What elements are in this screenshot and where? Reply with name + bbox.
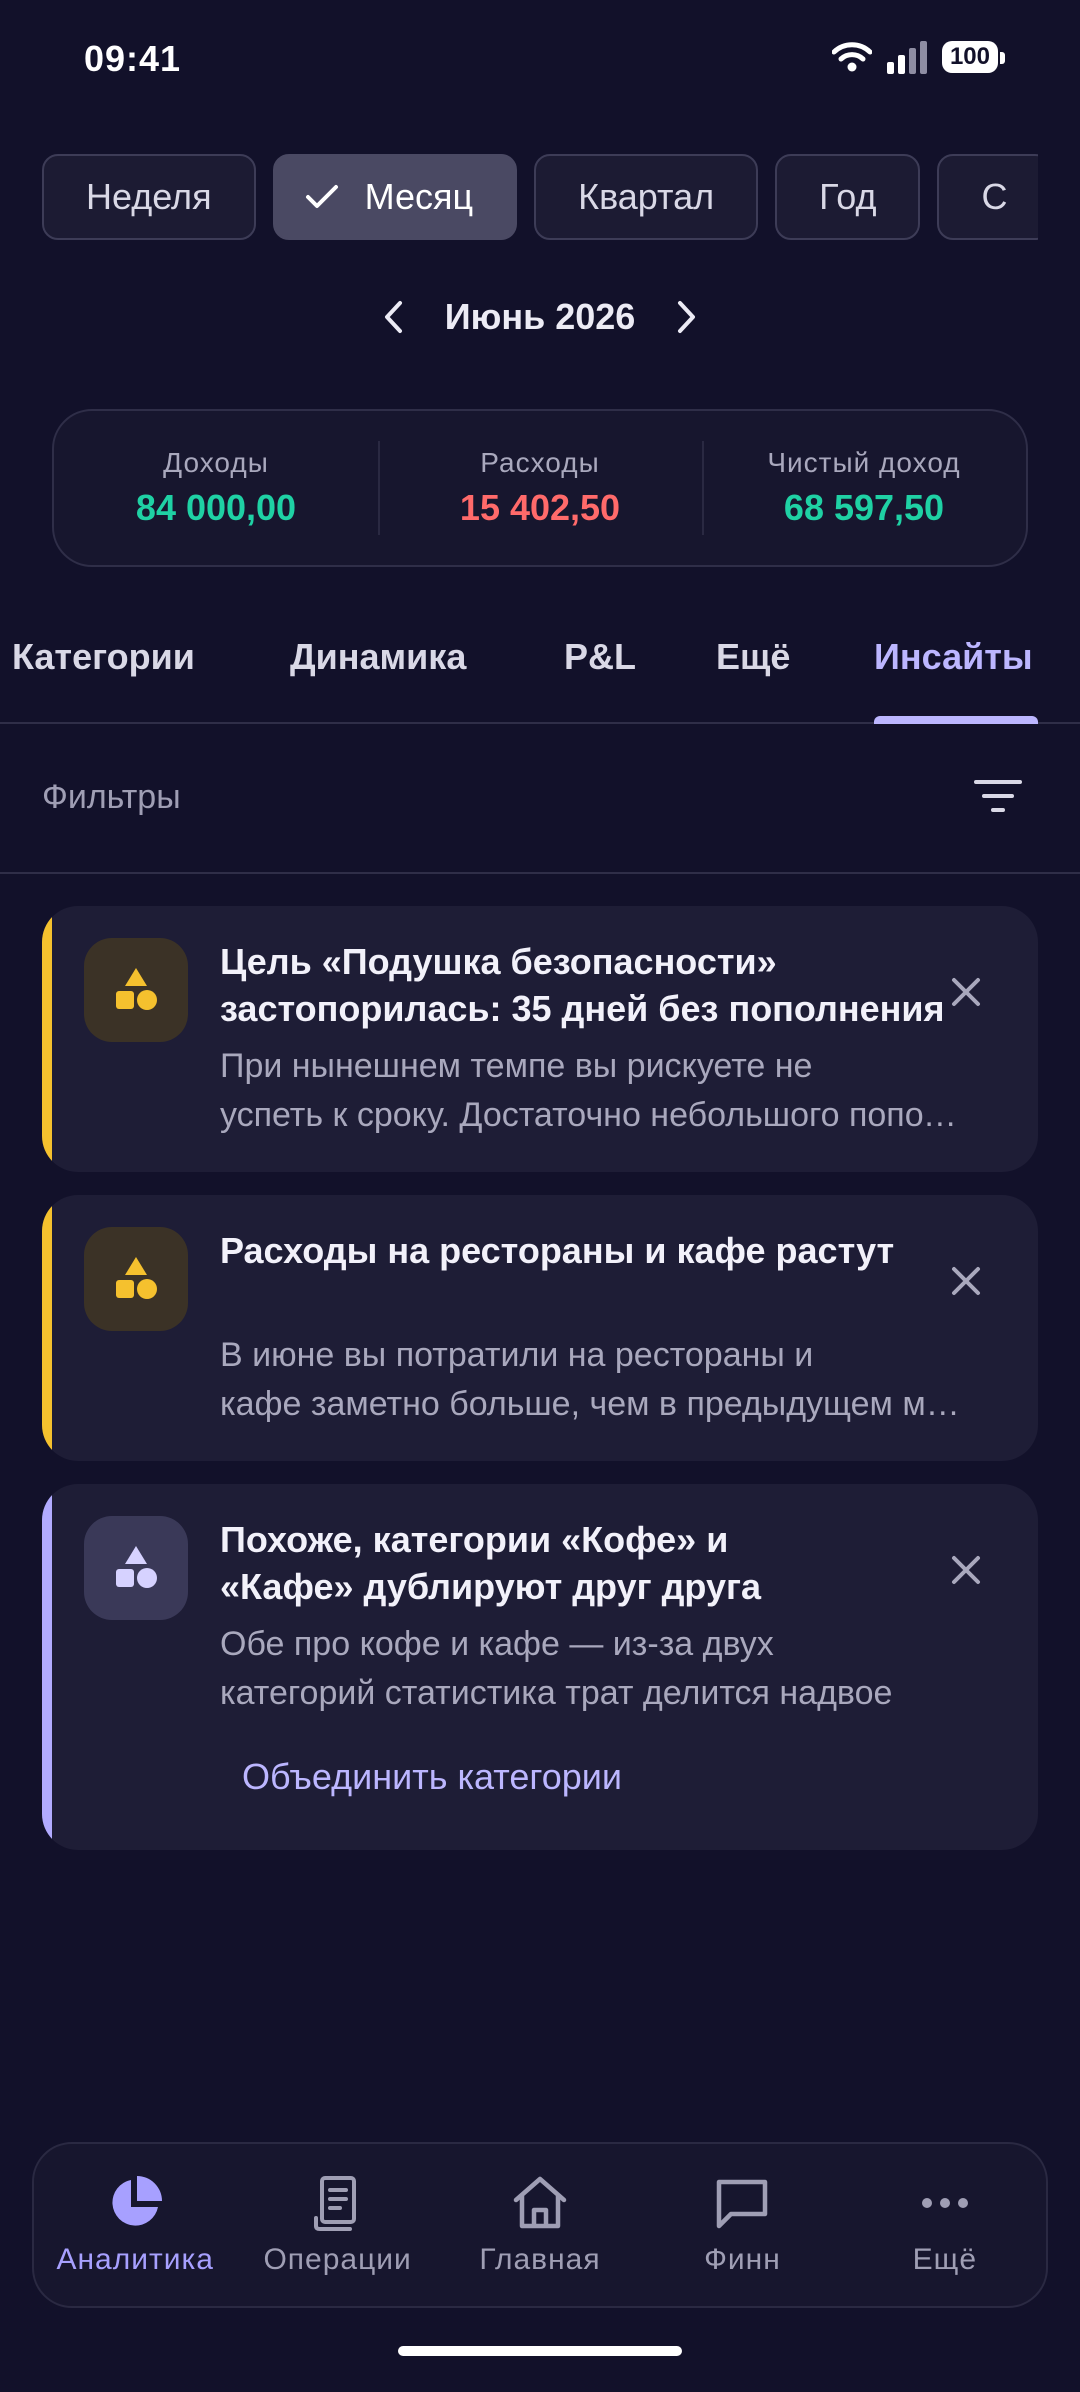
period-chip-label: Год xyxy=(819,176,877,217)
merge-categories-button[interactable]: Объединить категории xyxy=(242,1756,622,1798)
close-icon[interactable] xyxy=(946,1550,986,1590)
insight-title: Цель «Подушка безопасности» застопорилас… xyxy=(220,941,945,1029)
analytics-tabs: Категории Динамика P&L Ещё Инсайты xyxy=(0,630,1080,724)
period-chip-label: Неделя xyxy=(86,176,212,217)
expense-label: Расходы xyxy=(480,447,600,478)
insight-accent-bar xyxy=(42,906,52,1172)
period-chip-week[interactable]: Неделя xyxy=(42,154,256,240)
current-month: Июнь 2026 xyxy=(444,296,636,337)
nav-analytics[interactable]: Аналитика xyxy=(34,2144,236,2306)
nav-label: Ещё xyxy=(912,2243,978,2276)
insight-accent-bar xyxy=(42,1195,52,1461)
nav-home[interactable]: Главная xyxy=(439,2144,641,2306)
income-label: Доходы xyxy=(163,447,269,478)
expense-value: 15 402,50 xyxy=(459,487,621,528)
status-icons: 100 xyxy=(831,40,1006,74)
tab-insights[interactable]: Инсайты xyxy=(874,636,1033,678)
income-summary: Доходы 84 000,00 xyxy=(54,411,378,565)
shapes-icon xyxy=(84,1227,188,1331)
home-indicator xyxy=(398,2346,682,2356)
filter-icon[interactable] xyxy=(972,776,1024,821)
status-time: 09:41 xyxy=(84,38,182,79)
bottom-navigation: Аналитика Операции Главная Финн Ещё xyxy=(32,2142,1048,2308)
insight-accent-bar xyxy=(42,1484,52,1850)
expense-summary: Расходы 15 402,50 xyxy=(378,411,702,565)
close-icon[interactable] xyxy=(946,972,986,1012)
nav-label: Операции xyxy=(263,2243,412,2276)
insight-title: Похоже, категории «Кофе» и «Кафе» дублир… xyxy=(220,1519,761,1607)
insight-body: Обе про кофе и кафе — из-за двух категор… xyxy=(220,1625,893,1712)
tab-more[interactable]: Ещё xyxy=(716,636,790,678)
nav-finn[interactable]: Финн xyxy=(641,2144,843,2306)
close-icon[interactable] xyxy=(946,1261,986,1301)
battery-indicator: 100 xyxy=(941,41,1006,73)
active-tab-indicator xyxy=(874,716,1038,724)
insight-title: Расходы на рестораны и кафе растут xyxy=(220,1230,895,1271)
shapes-icon xyxy=(84,938,188,1042)
more-dots-icon xyxy=(920,2173,970,2233)
wifi-icon xyxy=(831,42,872,72)
nav-label: Аналитика xyxy=(56,2243,214,2276)
home-icon xyxy=(511,2173,569,2233)
period-selector: Неделя Месяц Квартал Год С xyxy=(42,154,1038,244)
signal-icon xyxy=(886,41,927,74)
chevron-right-icon[interactable] xyxy=(667,297,707,337)
period-chip-label: С xyxy=(981,176,1008,217)
net-value: 68 597,50 xyxy=(783,487,945,528)
chevron-left-icon[interactable] xyxy=(373,297,413,337)
period-chip-month[interactable]: Месяц xyxy=(272,154,518,240)
filters-row[interactable]: Фильтры xyxy=(0,724,1080,874)
pie-chart-icon xyxy=(106,2173,164,2233)
check-icon xyxy=(305,184,339,210)
net-label: Чистый доход xyxy=(767,447,961,478)
month-navigator: Июнь 2026 xyxy=(0,296,1080,338)
filters-label: Фильтры xyxy=(42,778,181,816)
nav-label: Финн xyxy=(704,2243,781,2276)
nav-operations[interactable]: Операции xyxy=(236,2144,438,2306)
receipt-icon xyxy=(312,2173,364,2233)
nav-label: Главная xyxy=(479,2243,601,2276)
insight-body: В июне вы потратили на рестораны и кафе … xyxy=(220,1336,960,1423)
nav-more[interactable]: Ещё xyxy=(844,2144,1046,2306)
tab-pnl[interactable]: P&L xyxy=(564,636,636,678)
net-summary: Чистый доход 68 597,50 xyxy=(702,411,1026,565)
period-chip-label: Квартал xyxy=(578,176,715,217)
insight-card[interactable]: Похоже, категории «Кофе» и «Кафе» дублир… xyxy=(42,1484,1038,1850)
summary-card: Доходы 84 000,00 Расходы 15 402,50 Чисты… xyxy=(52,409,1028,567)
shapes-icon xyxy=(84,1516,188,1620)
period-chip-year[interactable]: Год xyxy=(775,154,921,240)
period-chip-quarter[interactable]: Квартал xyxy=(534,154,759,240)
chat-bubble-icon xyxy=(713,2173,771,2233)
period-chip-label: Месяц xyxy=(364,176,474,217)
insight-card[interactable]: Расходы на рестораны и кафе растут В июн… xyxy=(42,1195,1038,1461)
period-chip-custom[interactable]: С xyxy=(937,154,1038,240)
insight-card[interactable]: Цель «Подушка безопасности» застопорилас… xyxy=(42,906,1038,1172)
income-value: 84 000,00 xyxy=(135,487,297,528)
tab-categories[interactable]: Категории xyxy=(12,636,195,678)
tab-dynamics[interactable]: Динамика xyxy=(290,636,466,678)
insight-body: При нынешнем темпе вы рискуете не успеть… xyxy=(220,1047,960,1134)
